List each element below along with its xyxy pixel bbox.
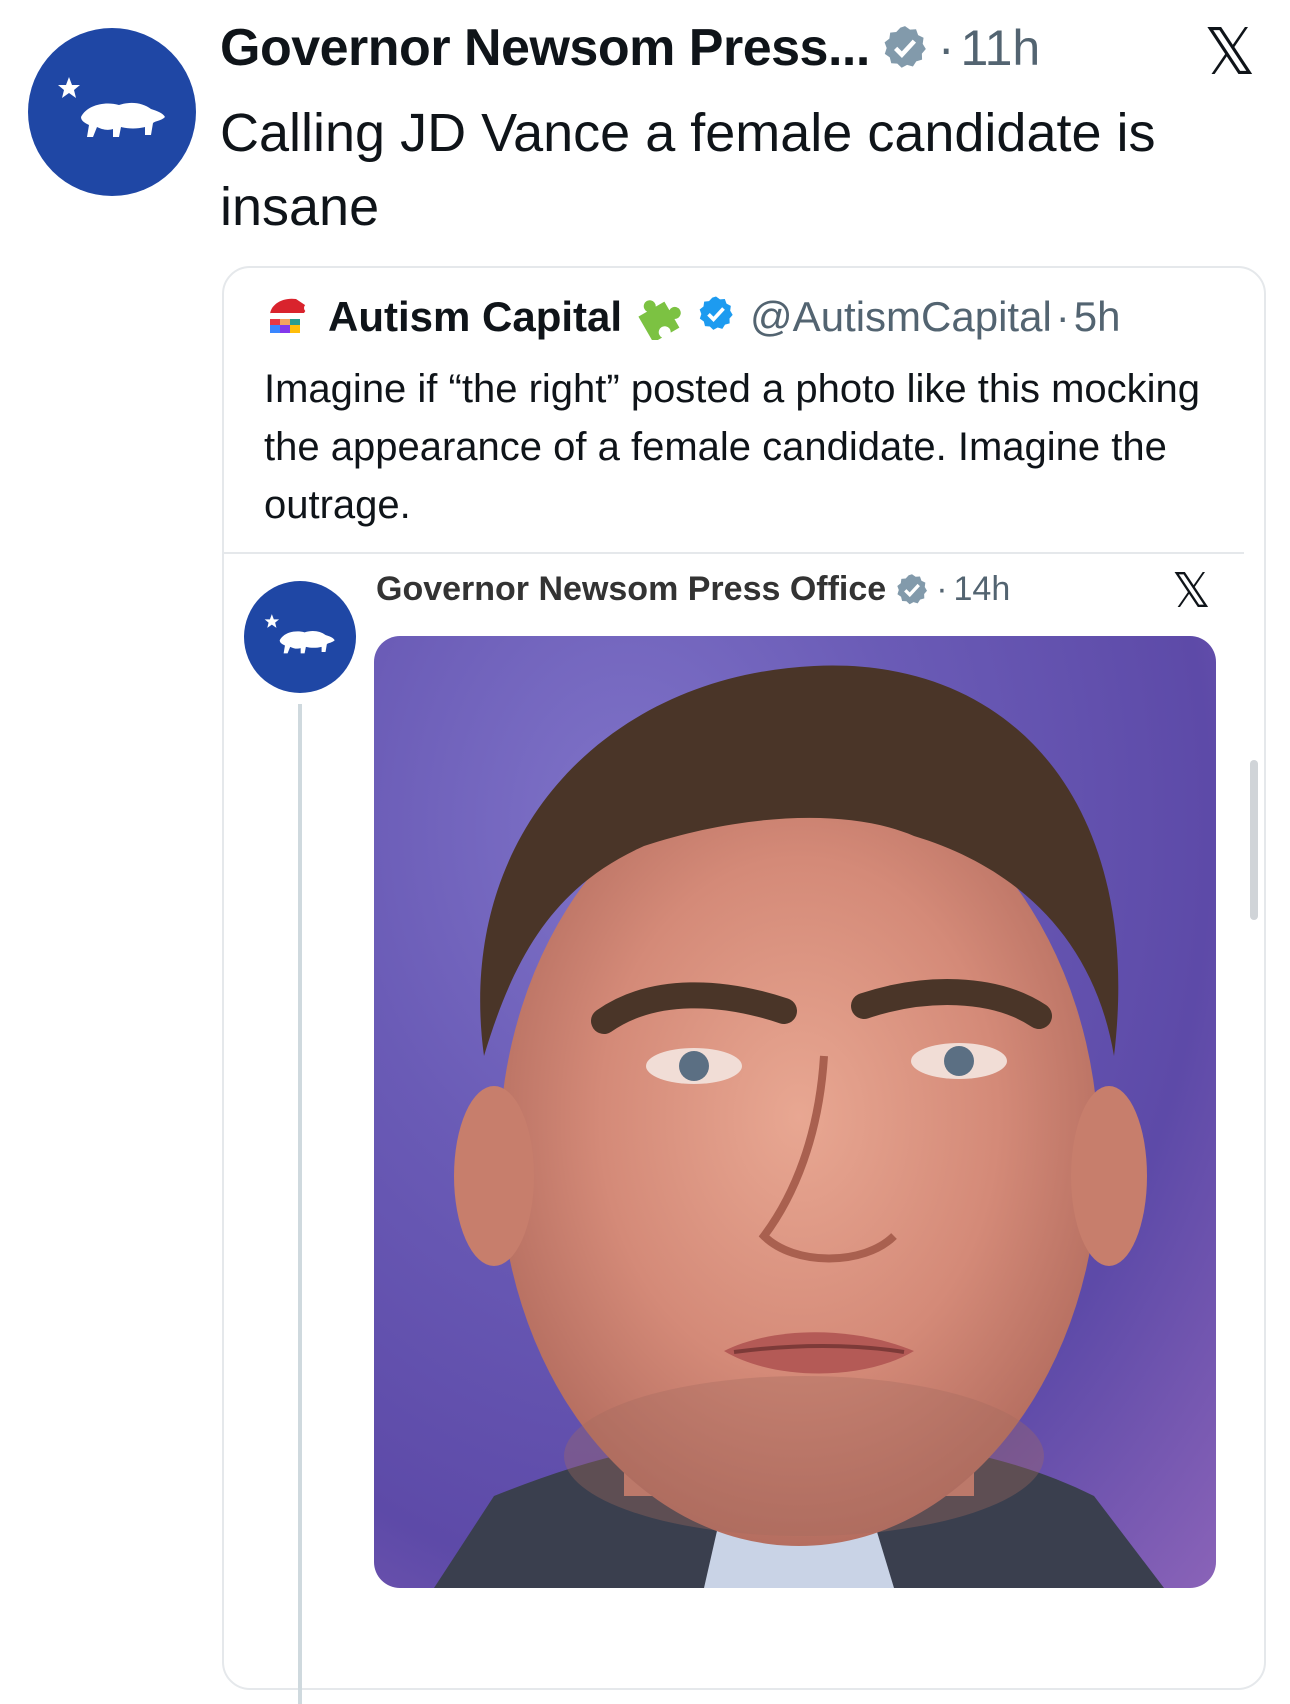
- inner-author-name[interactable]: Governor Newsom Press Office: [376, 570, 886, 609]
- author-name[interactable]: Governor Newsom Press...: [220, 18, 870, 78]
- inner-separator: ·: [936, 570, 948, 608]
- divider: [224, 552, 1244, 554]
- verified-badge-grey-icon: [880, 23, 930, 73]
- puzzle-piece-icon: [634, 288, 686, 345]
- quoted-handle[interactable]: @AutismCapital: [750, 293, 1052, 341]
- inner-time[interactable]: 14h: [954, 570, 1011, 609]
- quoted-post-card[interactable]: Autism Capital @AutismCapital · 5h Imagi…: [222, 266, 1266, 1704]
- scrollbar[interactable]: [1250, 760, 1258, 920]
- post-text: Calling JD Vance a female candidate is i…: [220, 103, 1156, 237]
- post-header: Governor Newsom Press... · 11h: [220, 18, 1040, 78]
- verified-badge-blue-icon: [696, 294, 736, 339]
- post-separator: ·: [937, 20, 955, 76]
- california-bear-icon: [58, 77, 165, 137]
- thread-line: [298, 704, 302, 1704]
- x-logo-icon[interactable]: 𝕏: [1204, 20, 1256, 84]
- inner-post-header: Governor Newsom Press Office · 14h: [376, 570, 1010, 609]
- inner-author-avatar[interactable]: [244, 581, 356, 693]
- verified-badge-grey-icon: [894, 572, 930, 608]
- author-avatar[interactable]: [28, 28, 196, 196]
- x-logo-icon[interactable]: 𝕏: [1172, 568, 1211, 616]
- puzzle-santa-hat-icon: [264, 289, 314, 344]
- post-time[interactable]: 11h: [960, 19, 1040, 77]
- quoted-time[interactable]: 5h: [1074, 293, 1121, 341]
- quoted-author-name[interactable]: Autism Capital: [328, 293, 622, 341]
- california-bear-icon: [264, 614, 335, 654]
- quoted-post-text: Imagine if “the right” posted a photo li…: [264, 367, 1201, 527]
- quoted-separator: ·: [1055, 292, 1070, 340]
- portrait-photo[interactable]: [374, 636, 1216, 1588]
- quoted-post-header: Autism Capital @AutismCapital · 5h: [264, 288, 1121, 345]
